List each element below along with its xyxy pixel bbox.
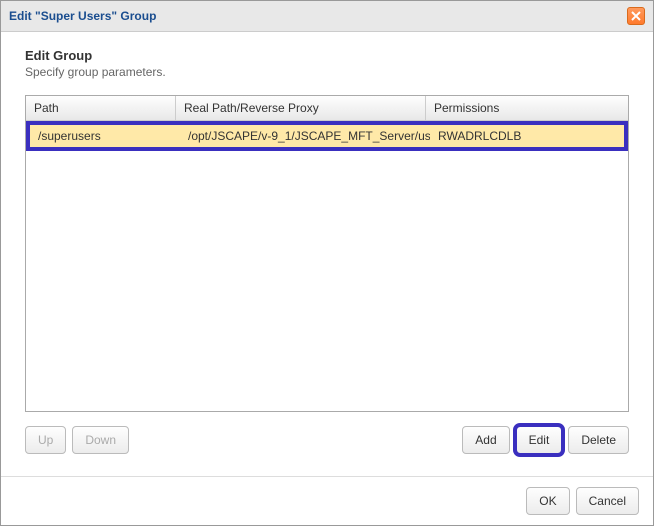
table-button-row: Up Down Add Edit Delete	[25, 412, 629, 460]
section-description: Specify group parameters.	[25, 65, 629, 79]
close-button[interactable]	[627, 7, 645, 25]
dialog-content: Edit Group Specify group parameters. Pat…	[1, 32, 653, 476]
paths-table: Path Real Path/Reverse Proxy Permissions…	[25, 95, 629, 412]
dialog-footer: OK Cancel	[1, 476, 653, 525]
table-row[interactable]: /superusers /opt/JSCAPE/v-9_1/JSCAPE_MFT…	[26, 121, 628, 151]
cell-realpath: /opt/JSCAPE/v-9_1/JSCAPE_MFT_Server/use	[180, 125, 430, 147]
column-header-realpath[interactable]: Real Path/Reverse Proxy	[176, 96, 426, 120]
delete-button[interactable]: Delete	[568, 426, 629, 454]
table-header: Path Real Path/Reverse Proxy Permissions	[26, 96, 628, 121]
column-header-path[interactable]: Path	[26, 96, 176, 120]
dialog-title: Edit "Super Users" Group	[9, 9, 156, 23]
edit-button[interactable]: Edit	[516, 426, 563, 454]
title-bar: Edit "Super Users" Group	[1, 1, 653, 32]
column-header-permissions[interactable]: Permissions	[426, 96, 628, 120]
close-icon	[631, 11, 641, 21]
cell-permissions: RWADRLCDLB	[430, 125, 624, 147]
table-body: /superusers /opt/JSCAPE/v-9_1/JSCAPE_MFT…	[26, 121, 628, 411]
ok-button[interactable]: OK	[526, 487, 569, 515]
cancel-button[interactable]: Cancel	[576, 487, 639, 515]
up-button[interactable]: Up	[25, 426, 66, 454]
down-button[interactable]: Down	[72, 426, 129, 454]
section-title: Edit Group	[25, 48, 629, 63]
add-button[interactable]: Add	[462, 426, 509, 454]
cell-path: /superusers	[30, 125, 180, 147]
edit-group-dialog: Edit "Super Users" Group Edit Group Spec…	[0, 0, 654, 526]
